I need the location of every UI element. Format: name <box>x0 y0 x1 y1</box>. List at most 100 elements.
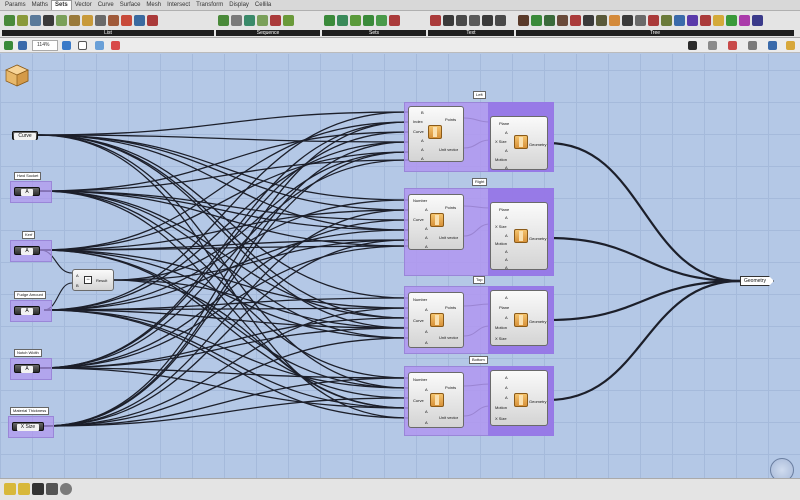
set-union-icon[interactable] <box>324 15 335 26</box>
port[interactable]: A <box>421 147 424 152</box>
dispatch-icon[interactable] <box>69 15 80 26</box>
port[interactable]: Number <box>413 297 427 302</box>
port[interactable]: A <box>505 385 508 390</box>
tab-intersect[interactable]: Intersect <box>164 0 193 11</box>
subtract-input-b[interactable]: B <box>76 283 79 288</box>
jitter-icon[interactable] <box>270 15 281 26</box>
stream-filter-icon[interactable] <box>635 15 646 26</box>
port[interactable]: A <box>505 233 508 238</box>
notch-param[interactable]: A <box>14 364 40 373</box>
entwine-icon[interactable] <box>674 15 685 26</box>
port[interactable]: A <box>425 244 428 249</box>
port[interactable]: A <box>505 257 508 262</box>
port[interactable]: X Size <box>495 416 507 421</box>
port[interactable]: X Size <box>495 336 507 341</box>
zoom-extents-icon[interactable] <box>78 41 87 50</box>
port[interactable]: A <box>421 156 424 161</box>
pencil-icon[interactable] <box>18 483 30 495</box>
download-icon[interactable] <box>32 483 44 495</box>
relative-item-icon[interactable] <box>752 15 763 26</box>
unflatten-icon[interactable] <box>726 15 737 26</box>
tab-cellila[interactable]: Cellila <box>252 0 274 11</box>
bottom-points-component[interactable]: Number A Curve A A Points Unit vector <box>408 372 464 428</box>
port[interactable]: A <box>505 375 508 380</box>
tab-mesh[interactable]: Mesh <box>143 0 164 11</box>
geometry-output[interactable]: Geometry <box>529 142 547 147</box>
unit-vector-output[interactable]: Unit vector <box>439 335 458 340</box>
fibonacci-icon[interactable] <box>244 15 255 26</box>
port[interactable]: A <box>425 420 428 425</box>
port[interactable]: B <box>421 110 424 115</box>
tree-branch-icon[interactable] <box>518 15 529 26</box>
weave-icon[interactable] <box>82 15 93 26</box>
unit-vector-output[interactable]: Unit vector <box>439 147 458 152</box>
port[interactable]: A <box>505 395 508 400</box>
subtract-input-a[interactable]: A <box>76 273 79 278</box>
geometry-output[interactable]: Geometry <box>529 236 547 241</box>
points-output[interactable]: Points <box>445 205 456 210</box>
duplicate-icon[interactable] <box>283 15 294 26</box>
port[interactable]: A <box>425 226 428 231</box>
port[interactable]: A <box>421 138 424 143</box>
port[interactable]: Curve <box>413 318 424 323</box>
preview-shaded-icon[interactable] <box>728 41 737 50</box>
series-icon[interactable] <box>218 15 229 26</box>
port[interactable]: Motion <box>495 241 507 246</box>
set-intersection-icon[interactable] <box>337 15 348 26</box>
hwd-socket-param[interactable]: A <box>14 187 40 196</box>
explode-tree-icon[interactable] <box>583 15 594 26</box>
port[interactable]: X Size <box>495 224 507 229</box>
bottom-geometry-component[interactable]: A A A Motion X Size Geometry <box>490 370 548 426</box>
graft-icon[interactable] <box>531 15 542 26</box>
match-tree-icon[interactable] <box>609 15 620 26</box>
port[interactable]: A <box>505 148 508 153</box>
right-geometry-component[interactable]: Plane A X Size A Motion A A A Geometry <box>490 202 548 270</box>
port[interactable]: Index <box>413 119 423 124</box>
shift-list-icon[interactable] <box>30 15 41 26</box>
list-length-icon[interactable] <box>17 15 28 26</box>
text-fragment-icon[interactable] <box>482 15 493 26</box>
port[interactable]: Curve <box>413 398 424 403</box>
zoom-level[interactable]: 114% <box>32 40 58 51</box>
text-case-icon[interactable] <box>443 15 454 26</box>
tab-surface[interactable]: Surface <box>117 0 144 11</box>
preview-settings-icon[interactable] <box>786 41 795 50</box>
list-item-icon[interactable] <box>4 15 15 26</box>
port[interactable]: A <box>425 235 428 240</box>
split-list-icon[interactable] <box>56 15 67 26</box>
flip-matrix-icon[interactable] <box>739 15 750 26</box>
top-geometry-component[interactable]: A Plane A Motion X Size Geometry <box>490 290 548 346</box>
text-concat-icon[interactable] <box>469 15 480 26</box>
text-format-icon[interactable] <box>495 15 506 26</box>
kerf-param[interactable]: A <box>14 246 40 255</box>
set-member-icon[interactable] <box>376 15 387 26</box>
tab-maths[interactable]: Maths <box>29 0 51 11</box>
port[interactable]: A <box>505 315 508 320</box>
port[interactable]: Plane <box>499 305 509 310</box>
top-points-component[interactable]: Number A Curve A A Points Unit vector <box>408 292 464 348</box>
tab-params[interactable]: Params <box>2 0 29 11</box>
port[interactable]: A <box>425 409 428 414</box>
curve-param[interactable]: Curve <box>12 131 38 140</box>
subtraction-component[interactable]: A B − Result <box>72 269 114 291</box>
port[interactable]: A <box>505 265 508 270</box>
subtract-output[interactable]: Result <box>96 278 107 283</box>
tree-stats-icon[interactable] <box>622 15 633 26</box>
port[interactable]: A <box>505 215 508 220</box>
port[interactable]: Curve <box>413 129 424 134</box>
port[interactable]: Plane <box>499 207 509 212</box>
unit-vector-output[interactable]: Unit vector <box>439 235 458 240</box>
material-param[interactable]: X Size <box>12 422 44 431</box>
insert-icon[interactable] <box>134 15 145 26</box>
tab-display[interactable]: Display <box>226 0 252 11</box>
mobile-icon[interactable] <box>46 483 58 495</box>
set-difference-icon[interactable] <box>350 15 361 26</box>
preview-mesh-icon[interactable] <box>768 41 777 50</box>
port[interactable]: Motion <box>495 325 507 330</box>
left-geometry-component[interactable]: Plane A X Size A Motion A Geometry <box>490 116 548 170</box>
points-output[interactable]: Points <box>445 305 456 310</box>
points-output[interactable]: Points <box>445 117 456 122</box>
port[interactable]: A <box>425 340 428 345</box>
geometry-output[interactable]: Geometry <box>529 399 547 404</box>
preview-wire-icon[interactable] <box>708 41 717 50</box>
